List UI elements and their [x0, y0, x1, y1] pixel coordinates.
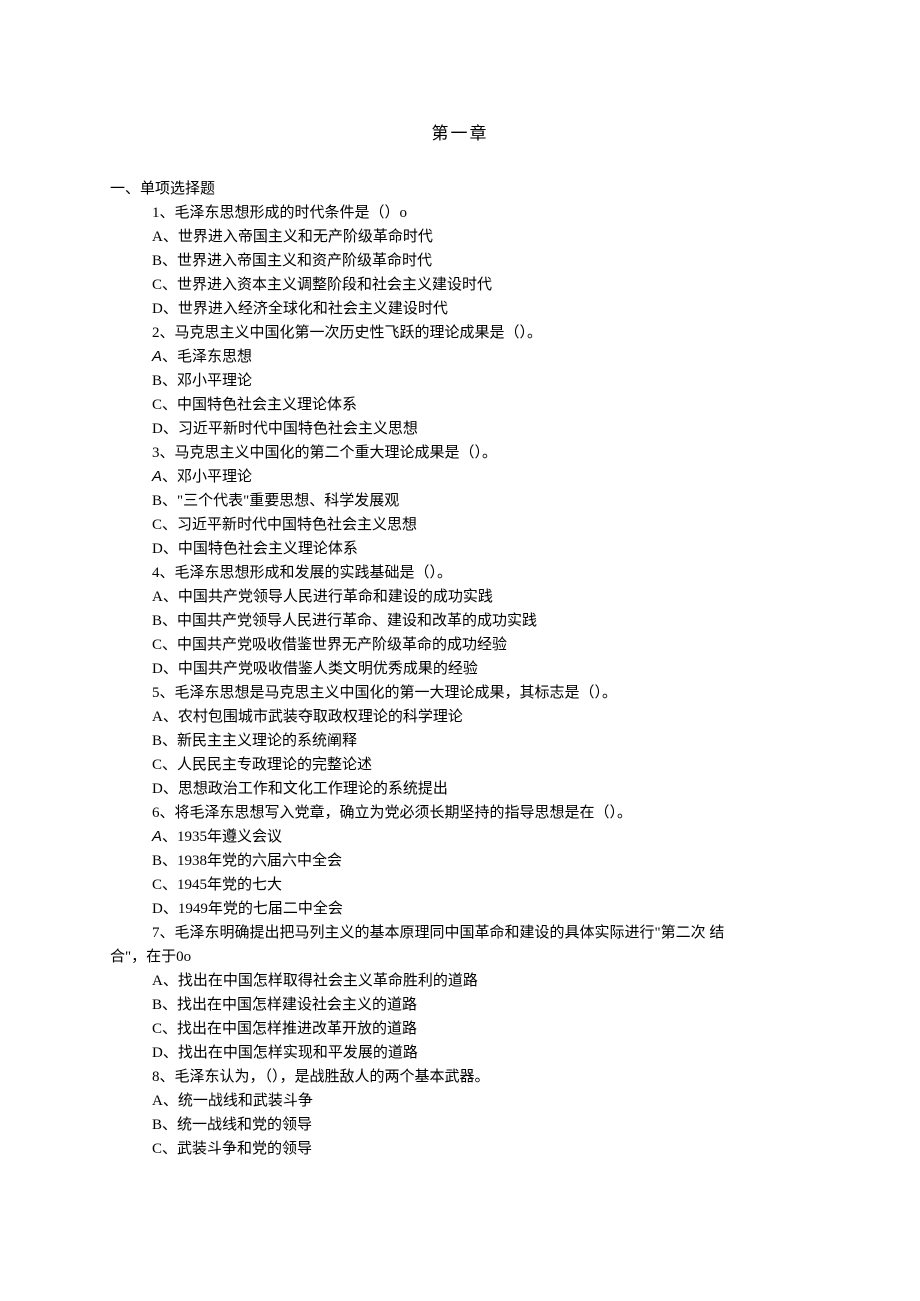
option-letter: A — [152, 828, 162, 845]
option-text: 、邓小平理论 — [162, 469, 252, 485]
text-line: B、找出在中国怎样建设社会主义的道路 — [110, 993, 810, 1017]
text-line: D、习近平新时代中国特色社会主义思想 — [110, 417, 810, 441]
option-text: 、1935年遵义会议 — [162, 829, 282, 845]
text-line: 7、毛泽东明确提出把马列主义的基本原理同中国革命和建设的具体实际进行"第二次 结 — [110, 921, 810, 945]
text-line: 5、毛泽东思想是马克思主义中国化的第一大理论成果，其标志是（）。 — [110, 681, 810, 705]
text-line: 4、毛泽东思想形成和发展的实践基础是（）。 — [110, 561, 810, 585]
text-line: A、世界进入帝国主义和无产阶级革命时代 — [110, 225, 810, 249]
text-line: A、统一战线和武装斗争 — [110, 1089, 810, 1113]
text-line: C、世界进入资本主义调整阶段和社会主义建设时代 — [110, 273, 810, 297]
text-line: B、"三个代表"重要思想、科学发展观 — [110, 489, 810, 513]
text-line: A、毛泽东思想 — [110, 345, 810, 369]
text-line: D、思想政治工作和文化工作理论的系统提出 — [110, 777, 810, 801]
text-line: 8、毛泽东认为，（），是战胜敌人的两个基本武器。 — [110, 1065, 810, 1089]
text-line: D、1949年党的七届二中全会 — [110, 897, 810, 921]
text-line: 6、将毛泽东思想写入党章，确立为党必须长期坚持的指导思想是在（）。 — [110, 801, 810, 825]
text-line: C、武装斗争和党的领导 — [110, 1137, 810, 1161]
option-text: 、毛泽东思想 — [162, 349, 252, 365]
text-line: C、人民民主专政理论的完整论述 — [110, 753, 810, 777]
text-line: B、1938年党的六届六中全会 — [110, 849, 810, 873]
text-line: 3、马克思主义中国化的第二个重大理论成果是（）。 — [110, 441, 810, 465]
text-line: A、1935年遵义会议 — [110, 825, 810, 849]
text-line: A、找出在中国怎样取得社会主义革命胜利的道路 — [110, 969, 810, 993]
chapter-title: 第一章 — [110, 120, 810, 147]
text-line: B、邓小平理论 — [110, 369, 810, 393]
text-line: D、找出在中国怎样实现和平发展的道路 — [110, 1041, 810, 1065]
text-line: B、统一战线和党的领导 — [110, 1113, 810, 1137]
text-line: 2、马克思主义中国化第一次历史性飞跃的理论成果是（）。 — [110, 321, 810, 345]
text-line-continuation: 合"，在于0o — [110, 945, 810, 969]
text-line: C、习近平新时代中国特色社会主义思想 — [110, 513, 810, 537]
text-line: A、邓小平理论 — [110, 465, 810, 489]
text-line: A、中国共产党领导人民进行革命和建设的成功实践 — [110, 585, 810, 609]
document-page: 第一章 一、单项选择题 1、毛泽东思想形成的时代条件是（）o A、世界进入帝国主… — [0, 0, 920, 1301]
text-line: B、新民主主义理论的系统阐释 — [110, 729, 810, 753]
text-line: D、中国共产党吸收借鉴人类文明优秀成果的经验 — [110, 657, 810, 681]
text-line: C、找出在中国怎样推进改革开放的道路 — [110, 1017, 810, 1041]
text-line: D、世界进入经济全球化和社会主义建设时代 — [110, 297, 810, 321]
text-line: C、中国共产党吸收借鉴世界无产阶级革命的成功经验 — [110, 633, 810, 657]
text-line: B、中国共产党领导人民进行革命、建设和改革的成功实践 — [110, 609, 810, 633]
option-letter: A — [152, 468, 162, 485]
text-line: 1、毛泽东思想形成的时代条件是（）o — [110, 201, 810, 225]
text-line: B、世界进入帝国主义和资产阶级革命时代 — [110, 249, 810, 273]
text-line: C、1945年党的七大 — [110, 873, 810, 897]
text-line: D、中国特色社会主义理论体系 — [110, 537, 810, 561]
text-line: C、中国特色社会主义理论体系 — [110, 393, 810, 417]
option-letter: A — [152, 348, 162, 365]
text-line: A、农村包围城市武装夺取政权理论的科学理论 — [110, 705, 810, 729]
section-heading: 一、单项选择题 — [110, 177, 810, 201]
